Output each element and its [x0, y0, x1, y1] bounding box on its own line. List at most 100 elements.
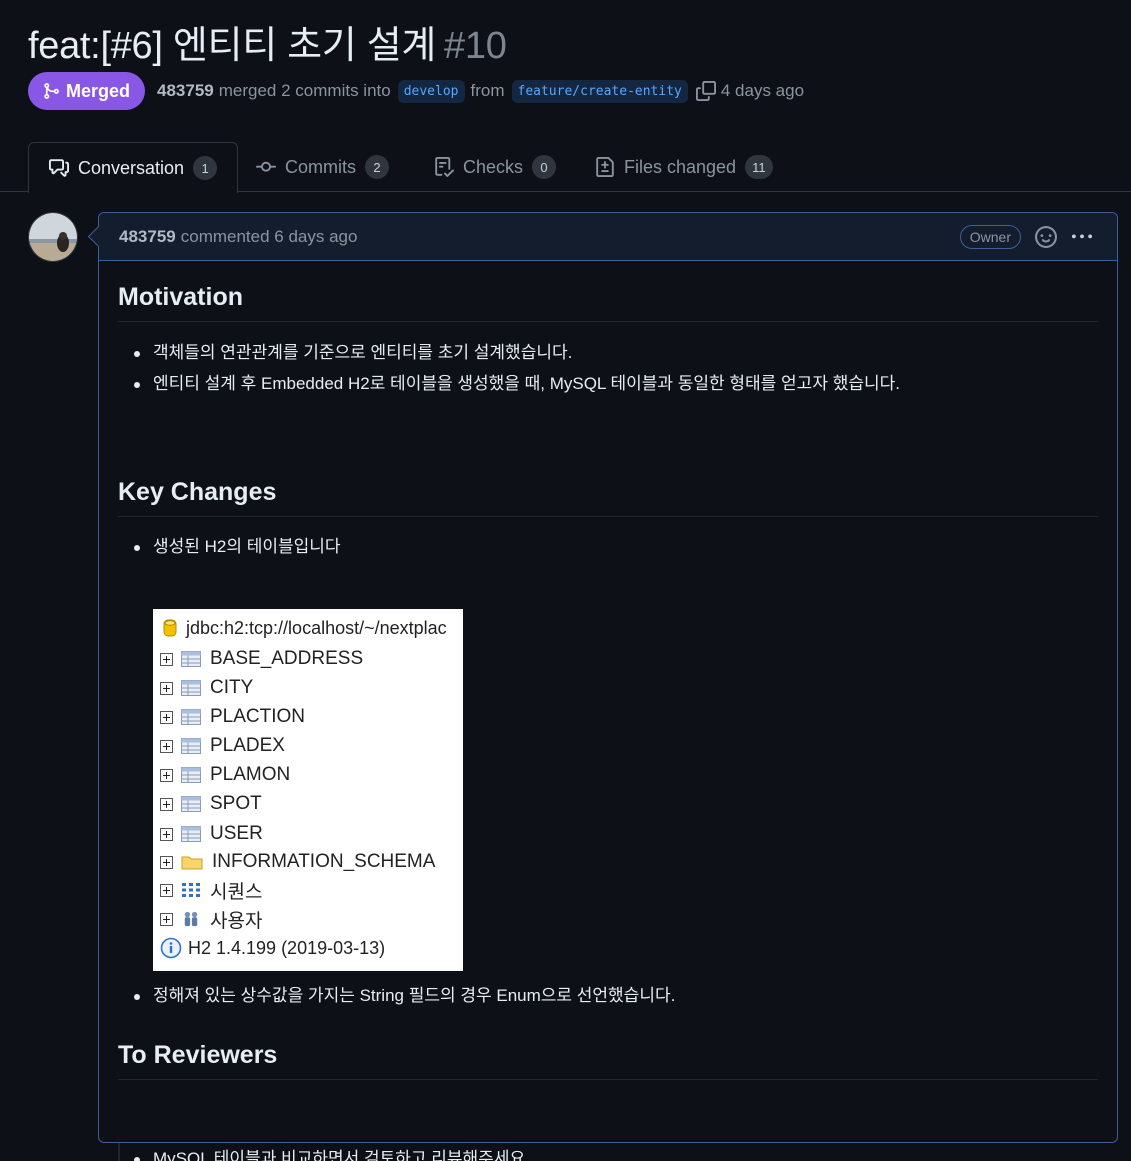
list-item: 엔티티 설계 후 Embedded H2로 테이블을 생성했을 때, MySQL…	[134, 373, 900, 404]
comment-author-link[interactable]: 483759	[119, 227, 176, 247]
tab-counter: 1	[193, 156, 218, 180]
table-icon	[181, 767, 201, 783]
db-sequences-label: 시퀀스	[210, 881, 263, 903]
expand-icon	[160, 739, 173, 753]
db-table-row: PLACTION	[153, 703, 305, 731]
list-item: 객체들의 연관관계를 기준으로 엔티티를 초기 설계했습니다.	[134, 342, 900, 373]
checklist-icon	[435, 157, 454, 177]
expand-icon	[160, 710, 173, 724]
db-table-row: PLAMON	[153, 761, 290, 789]
pr-number: #10	[444, 25, 507, 67]
db-table-name: BASE_ADDRESS	[210, 648, 364, 669]
tab-label: Checks	[463, 156, 524, 177]
tab-checks[interactable]: Checks 0	[434, 142, 557, 192]
db-table-row: SPOT	[153, 790, 262, 818]
expand-icon	[160, 797, 173, 811]
to-reviewers-heading: To Reviewers	[118, 1041, 1098, 1080]
db-table-name: PLAMON	[210, 764, 291, 785]
table-icon	[181, 796, 201, 812]
db-table-row: USER	[153, 820, 263, 848]
tab-counter: 2	[365, 155, 389, 179]
expand-icon	[160, 652, 173, 666]
table-icon	[181, 651, 201, 667]
comment-action: commented 6 days ago	[180, 226, 358, 246]
tab-conversation[interactable]: Conversation 1	[28, 142, 239, 193]
db-table-row: CITY	[153, 674, 253, 702]
db-schema-name: INFORMATION_SCHEMA	[212, 851, 436, 872]
db-users-row: 사용자	[153, 905, 262, 933]
tab-commits[interactable]: Commits 2	[256, 142, 389, 192]
db-schema-row: INFORMATION_SCHEMA	[153, 848, 435, 876]
db-table-name: SPOT	[210, 793, 262, 814]
folder-icon	[181, 856, 203, 870]
head-branch-link[interactable]: feature/create-entity	[511, 79, 688, 103]
key-changes-heading: Key Changes	[118, 478, 1098, 517]
tab-label: Commits	[285, 156, 356, 177]
timeline-line	[118, 1143, 120, 1161]
file-diff-icon	[596, 157, 614, 177]
db-table-name: USER	[210, 823, 263, 844]
comment-discussion-icon	[49, 159, 69, 177]
git-commit-icon	[256, 161, 276, 172]
motivation-list: 객체들의 연관관계를 기준으로 엔티티를 초기 설계했습니다. 엔티티 설계 후…	[134, 342, 900, 404]
merged-text: merged 2 commits into	[218, 81, 391, 100]
db-table-row: PLADEX	[153, 732, 285, 760]
base-branch-link[interactable]: develop	[397, 79, 465, 103]
expand-icon	[160, 681, 173, 695]
key-changes-list-continued: 정해져 있는 상수값을 가지는 String 필드의 경우 Enum으로 선언했…	[133, 985, 675, 1016]
expand-icon	[160, 827, 173, 841]
sequence-icon	[182, 883, 200, 897]
kebab-horizontal-icon[interactable]	[1071, 227, 1093, 247]
avatar-photo	[29, 213, 77, 261]
db-version: H2 1.4.199 (2019-03-13)	[188, 937, 386, 958]
db-table-name: PLACTION	[210, 706, 306, 727]
expand-icon	[160, 855, 173, 869]
expand-icon	[160, 883, 173, 897]
database-icon	[163, 619, 177, 637]
table-icon	[181, 738, 201, 754]
key-changes-list: 생성된 H2의 테이블입니다	[134, 536, 341, 567]
db-table-name: CITY	[210, 677, 254, 698]
pr-title-bar: feat:[#6] 엔티티 초기 설계 #10	[28, 14, 507, 69]
expand-icon	[160, 912, 173, 926]
smiley-icon[interactable]	[1035, 226, 1057, 248]
state-label: Merged	[66, 80, 131, 101]
pr-title: feat:[#6] 엔티티 초기 설계	[28, 25, 437, 67]
git-merge-icon	[44, 83, 59, 99]
motivation-heading: Motivation	[118, 283, 1098, 322]
comment-header: 483759 commented 6 days ago Owner	[99, 213, 1117, 261]
pr-description-comment: 483759 commented 6 days ago Owner Motiva…	[98, 212, 1118, 1161]
db-version-row: H2 1.4.199 (2019-03-13)	[153, 934, 385, 962]
db-sequences-row: 시퀀스	[153, 876, 262, 904]
pr-meta: Merged 483759 merged 2 commits into deve…	[28, 72, 804, 110]
owner-badge: Owner	[959, 225, 1021, 249]
db-table-name: PLADEX	[210, 735, 285, 756]
users-icon	[184, 911, 198, 927]
list-item: MySQL 테이블과 비교하면서 검토하고 리뷰해주세요	[133, 1148, 525, 1161]
pr-tabs: Conversation 1 Commits 2 Checks 0 Files …	[0, 142, 1131, 193]
tab-files-changed[interactable]: Files changed 11	[595, 142, 773, 192]
pr-time: 4 days ago	[720, 81, 805, 100]
tab-label: Files changed	[624, 156, 737, 177]
tab-counter: 0	[532, 155, 557, 179]
list-item: 생성된 H2의 테이블입니다	[134, 536, 341, 567]
tab-label: Conversation	[78, 157, 185, 178]
copy-icon[interactable]	[695, 81, 716, 101]
h2-table-screenshot: jdbc:h2:tcp://localhost/~/nextplac BASE_…	[153, 609, 463, 971]
to-reviewers-list: MySQL 테이블과 비교하면서 검토하고 리뷰해주세요	[133, 1148, 525, 1161]
expand-icon	[160, 768, 173, 782]
db-users-label: 사용자	[210, 910, 263, 932]
from-text: from	[470, 81, 505, 100]
db-connection-row: jdbc:h2:tcp://localhost/~/nextplac	[153, 614, 447, 642]
avatar[interactable]	[28, 212, 78, 262]
db-connection-url: jdbc:h2:tcp://localhost/~/nextplac	[186, 617, 447, 638]
table-icon	[181, 680, 201, 696]
table-icon	[181, 709, 201, 725]
list-item: 정해져 있는 상수값을 가지는 String 필드의 경우 Enum으로 선언했…	[133, 985, 675, 1016]
table-icon	[181, 826, 201, 842]
info-icon	[160, 937, 182, 959]
tab-counter: 11	[745, 155, 773, 179]
db-table-row: BASE_ADDRESS	[153, 645, 363, 673]
pr-author-link[interactable]: 483759	[157, 81, 214, 101]
merged-state-badge: Merged	[28, 72, 146, 110]
